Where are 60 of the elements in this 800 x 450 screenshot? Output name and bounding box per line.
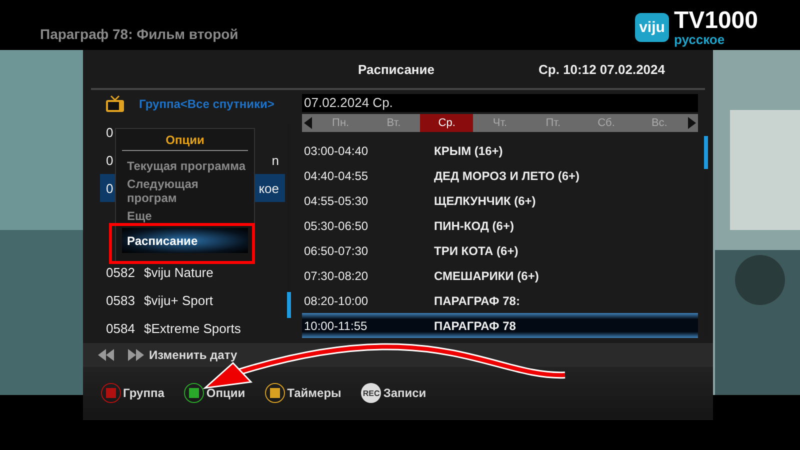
menu-item[interactable]: Еще (122, 203, 248, 228)
program-name: СМЕШАРИКИ (6+) (434, 268, 539, 282)
time-range: 06:50-07:30 (304, 244, 370, 258)
program-name: ПАРАГРАФ 78: (434, 294, 520, 308)
color-key-icon (101, 383, 121, 403)
color-key-icon (184, 383, 204, 403)
program-title: Параграф 78: Фильм второй (40, 26, 238, 42)
channel-number: 0583 (106, 292, 136, 308)
key-label: Записи (383, 386, 426, 400)
menu-title: Опции (122, 133, 248, 151)
day-tab[interactable]: Чт. (473, 114, 527, 132)
panel-title: Расписание (358, 62, 434, 76)
color-key-icon (265, 383, 286, 403)
menu-item[interactable]: Расписание (122, 228, 248, 253)
channel-number: 0 (106, 124, 114, 140)
key-label: Опции (206, 386, 246, 400)
day-tab[interactable]: Вс. (632, 114, 686, 132)
group-selector[interactable]: Группа<Все спутники> (139, 97, 274, 111)
program-name: ПАРАГРАФ 78 (434, 318, 516, 332)
key-label: Таймеры (287, 386, 342, 400)
program-name: КРЫМ (16+) (434, 144, 503, 158)
left-arrow-icon[interactable] (304, 117, 312, 129)
program-name: ТРИ КОТА (6+) (434, 244, 518, 258)
day-tab[interactable]: Вт. (367, 114, 420, 132)
time-range: 07:30-08:20 (304, 268, 370, 282)
menu-item[interactable]: Текущая программа (122, 153, 248, 178)
time-range: 03:00-04:40 (304, 144, 370, 158)
time-range: 04:40-04:55 (304, 168, 370, 182)
tv-icon (105, 95, 125, 113)
channel-name: n (272, 152, 279, 168)
time-range: 04:55-05:30 (304, 194, 370, 208)
time-range: 08:20-10:00 (304, 294, 370, 308)
rec-key-icon: REC (361, 383, 382, 403)
channel-number: 0584 (106, 320, 136, 336)
menu-item[interactable]: Следующая програм (122, 178, 248, 203)
time-range: 05:30-06:50 (304, 218, 370, 232)
program-name: ЩЕЛКУНЧИК (6+) (434, 194, 536, 208)
logo-subtitle: русское (674, 33, 726, 46)
logo-badge: viju (635, 13, 669, 42)
day-tab[interactable]: Ср. (420, 114, 474, 132)
program-name: ПИН-КОД (6+) (434, 218, 514, 232)
logo-name: TV1000 (674, 9, 758, 33)
key-label: Группа (123, 386, 164, 400)
day-tab[interactable]: Сб. (580, 114, 633, 132)
time-range: 10:00-11:55 (304, 318, 368, 332)
day-tab[interactable]: Пн. (314, 114, 368, 132)
channel-number: 0582 (106, 264, 136, 280)
channel-name: $viju+ Sport (144, 292, 214, 308)
hint-text: Изменить дату (149, 348, 238, 362)
channel-name: $Extreme Sports (144, 320, 241, 336)
channel-name: кое (258, 180, 279, 196)
channel-name: $viju Nature (144, 264, 214, 280)
clock: Ср. 10:12 07.02.2024 (538, 62, 665, 76)
program-name: ДЕД МОРОЗ И ЛЕТО (6+) (434, 168, 580, 182)
rewind-icon (97, 349, 115, 361)
selected-schedule-row[interactable]: 10:00-11:55 ПАРАГРАФ 78 (302, 313, 698, 338)
date-field: 07.02.2024 Ср. (302, 94, 698, 112)
day-tab[interactable]: Пт. (526, 114, 580, 132)
fast-forward-icon (127, 349, 145, 361)
right-arrow-icon[interactable] (688, 117, 696, 129)
